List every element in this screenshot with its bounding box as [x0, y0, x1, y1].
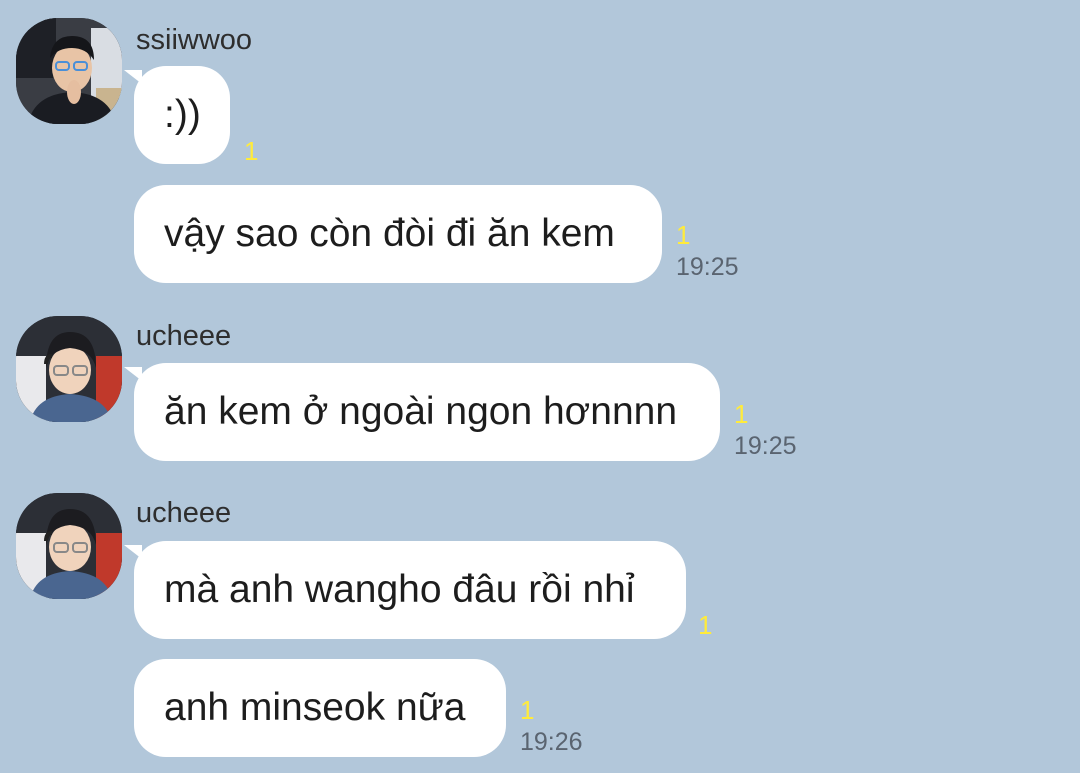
unread-count: 1 [520, 695, 535, 725]
unread-count: 1 [676, 220, 691, 250]
message-text: mà anh wangho đâu rồi nhỉ [164, 568, 635, 611]
profile-photo-ssiiwwoo-icon [16, 18, 122, 124]
message-text: vậy sao còn đòi đi ăn kem [164, 212, 615, 255]
profile-photo-ucheee-icon [16, 493, 122, 599]
message-bubble[interactable]: anh minseok nữa [134, 659, 506, 757]
sender-name: ssiiwwoo [136, 24, 253, 56]
message-meta: 1 [698, 612, 712, 638]
message-meta: 1 19:25 [734, 401, 797, 461]
message-bubble[interactable]: vậy sao còn đòi đi ăn kem [134, 185, 662, 283]
message-bubble[interactable]: mà anh wangho đâu rồi nhỉ [124, 541, 686, 639]
avatar-ssiiwwoo[interactable] [16, 18, 122, 124]
unread-count: 1 [698, 610, 713, 640]
unread-count: 1 [734, 399, 749, 429]
message-meta: 1 [244, 138, 258, 164]
message-bubble[interactable]: :)) [124, 66, 230, 164]
message-meta: 1 19:26 [520, 697, 583, 757]
chat-room: ssiiwwoo :)) 1 vậy sao còn đòi đi ăn kem… [0, 0, 1080, 773]
message-text: :)) [164, 93, 201, 136]
unread-count: 1 [244, 136, 259, 166]
message-time: 19:26 [520, 728, 583, 756]
sender-name: ucheee [136, 497, 232, 529]
avatar-ucheee[interactable] [16, 493, 122, 599]
message-time: 19:25 [676, 253, 739, 281]
message-time: 19:25 [734, 432, 797, 460]
message-bubble[interactable]: ăn kem ở ngoài ngon hơnnnn [124, 363, 720, 461]
avatar-ucheee[interactable] [16, 316, 122, 422]
sender-name: ucheee [136, 320, 232, 352]
message-text: anh minseok nữa [164, 686, 466, 729]
profile-photo-ucheee-icon [16, 316, 122, 422]
message-text: ăn kem ở ngoài ngon hơnnnn [164, 390, 678, 433]
message-meta: 1 19:25 [676, 222, 739, 282]
